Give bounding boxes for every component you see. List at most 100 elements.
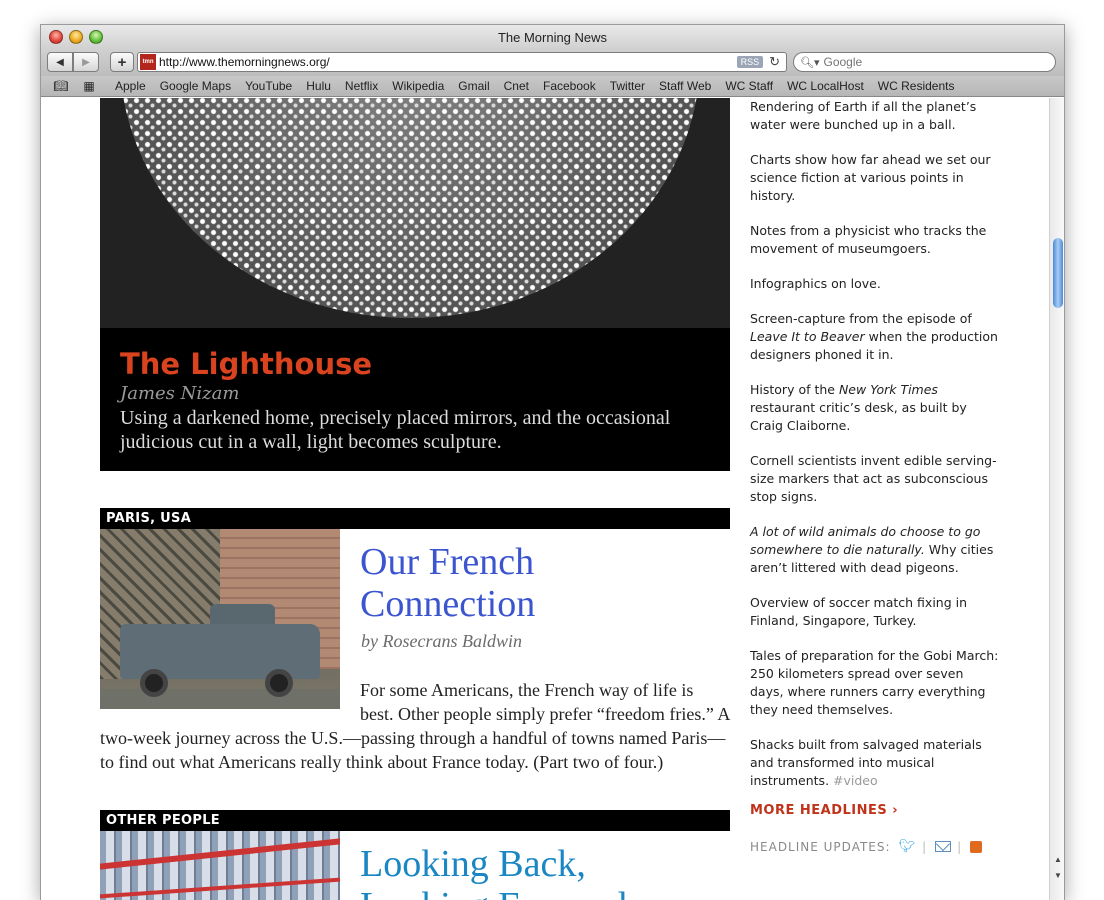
bookmark-hulu[interactable]: Hulu	[306, 79, 331, 93]
headline-item[interactable]: Overview of soccer match fixing in Finla…	[750, 594, 1000, 630]
headline-item[interactable]: Cornell scientists invent edible serving…	[750, 452, 1000, 506]
more-headlines-link[interactable]: MORE HEADLINES ›	[750, 803, 898, 818]
article-title[interactable]: Looking Back, Looking Forward	[360, 843, 627, 900]
article-title-line: Looking Forward	[360, 885, 627, 900]
headline-item[interactable]: A lot of wild animals do choose to go so…	[750, 523, 1000, 577]
reload-icon[interactable]: ↻	[769, 54, 780, 70]
search-box[interactable]: 🔍︎▾	[793, 52, 1056, 72]
headline-text: Infographics on love.	[750, 276, 881, 291]
bookmark-twitter[interactable]: Twitter	[610, 79, 645, 93]
vertical-scrollbar[interactable]: ▲ ▼	[1049, 98, 1064, 900]
section-label-other-people[interactable]: OTHER PEOPLE	[100, 810, 730, 831]
search-input[interactable]	[823, 55, 1024, 69]
bookmark-wikipedia[interactable]: Wikipedia	[392, 79, 444, 93]
more-headlines-label: MORE HEADLINES	[750, 803, 888, 818]
bookmark-wc-staff[interactable]: WC Staff	[725, 79, 773, 93]
article-title[interactable]: Our French Connection	[360, 541, 535, 625]
bookmark-wc-residents[interactable]: WC Residents	[878, 79, 955, 93]
truck-wheel-image	[265, 669, 293, 697]
headline-item[interactable]: Screen-capture from the episode of Leave…	[750, 310, 1000, 364]
article-body-line: best. Other people simply prefer “freedo…	[360, 704, 731, 724]
page-content: The Lighthouse James Nizam Using a darke…	[41, 98, 1049, 900]
article-body-line: to find out what Americans really think …	[100, 752, 664, 772]
hero-author: James Nizam	[120, 383, 240, 404]
title-bar: The Morning News	[41, 25, 1064, 50]
top-sites-grid-icon[interactable]: ▦	[81, 79, 97, 93]
scroll-down-arrow-icon[interactable]: ▼	[1054, 871, 1062, 880]
rss-button[interactable]: RSS	[736, 56, 764, 68]
plus-icon: +	[117, 53, 127, 71]
back-button[interactable]: ◀	[47, 52, 73, 72]
headline-updates: HEADLINE UPDATES: 🐦︎ | |	[750, 839, 983, 854]
headlines-sidebar: Rendering of Earth if all the planet’s w…	[750, 98, 1000, 807]
bookmark-youtube[interactable]: YouTube	[245, 79, 292, 93]
address-bar[interactable]: tmn http://www.themorningnews.org/ RSS ↻	[137, 52, 787, 72]
article-byline: by Rosecrans Baldwin	[361, 631, 522, 651]
headline-text: Tales of preparation for the Gobi March:…	[750, 648, 999, 717]
hero-title[interactable]: The Lighthouse	[120, 346, 710, 382]
headline-item[interactable]: Charts show how far ahead we set our sci…	[750, 151, 1000, 205]
article-image-truck[interactable]	[100, 529, 340, 709]
add-bookmark-button[interactable]: +	[110, 52, 134, 72]
browser-toolbar: ◀ ▶ + tmn http://www.themorningnews.org/…	[41, 50, 1064, 76]
chevron-right-icon: ›	[892, 803, 899, 818]
bookmark-facebook[interactable]: Facebook	[543, 79, 596, 93]
article-image-glass-building[interactable]	[100, 831, 340, 900]
bookmark-apple[interactable]: Apple	[115, 79, 146, 93]
bookmarks-bar: 📖︎ ▦ Apple Google Maps YouTube Hulu Netf…	[41, 76, 1064, 97]
red-stripe-image	[100, 877, 340, 899]
headline-updates-label: HEADLINE UPDATES:	[750, 839, 891, 854]
rss-feed-icon[interactable]	[970, 840, 983, 853]
hero-caption: The Lighthouse James Nizam Using a darke…	[100, 328, 730, 471]
bookmark-google-maps[interactable]: Google Maps	[160, 79, 231, 93]
headline-text: History of the	[750, 382, 839, 397]
url-text[interactable]: http://www.themorningnews.org/	[159, 55, 737, 69]
forward-arrow-icon: ▶	[82, 56, 90, 68]
article-title-line: Connection	[360, 583, 536, 625]
headline-text: Charts show how far ahead we set our sci…	[750, 152, 991, 203]
truck-wheel-image	[140, 669, 168, 697]
headline-emphasis: Leave It to Beaver	[750, 329, 865, 344]
headline-text: Overview of soccer match fixing in Finla…	[750, 595, 968, 628]
article-body-line: For some Americans, the French way of li…	[360, 680, 694, 700]
scroll-up-arrow-icon[interactable]: ▲	[1054, 855, 1062, 864]
bookmark-staff-web[interactable]: Staff Web	[659, 79, 711, 93]
bookmarks-book-icon[interactable]: 📖︎	[53, 79, 69, 93]
section-label-paris-usa[interactable]: PARIS, USA	[100, 508, 730, 529]
article-body-line: two-week journey across the U.S.—passing…	[100, 728, 726, 748]
divider: |	[922, 839, 928, 854]
twitter-icon[interactable]: 🐦︎	[899, 839, 917, 854]
hero-image[interactable]	[100, 98, 730, 328]
headline-item[interactable]: Shacks built from salvaged materials and…	[750, 736, 1000, 790]
divider: |	[957, 839, 963, 854]
headline-emphasis: New York Times	[838, 382, 938, 397]
light-sphere-image	[120, 98, 700, 318]
bookmark-gmail[interactable]: Gmail	[458, 79, 489, 93]
headline-text: Rendering of Earth if all the planet’s w…	[750, 99, 977, 132]
headline-text: Notes from a physicist who tracks the mo…	[750, 223, 987, 256]
window-title: The Morning News	[497, 30, 608, 45]
bookmark-cnet[interactable]: Cnet	[504, 79, 529, 93]
headline-item[interactable]: Infographics on love.	[750, 275, 1000, 293]
headline-text: restaurant critic’s desk, as built by Cr…	[750, 400, 967, 433]
site-favicon-icon: tmn	[140, 54, 156, 70]
article-title-line: Our French	[360, 541, 535, 583]
scrollbar-thumb[interactable]	[1053, 238, 1063, 308]
bookmark-netflix[interactable]: Netflix	[345, 79, 378, 93]
forward-button[interactable]: ▶	[73, 52, 99, 72]
hero-description: Using a darkened home, precisely placed …	[120, 407, 671, 453]
email-icon[interactable]	[935, 841, 952, 852]
bookmark-wc-localhost[interactable]: WC LocalHost	[787, 79, 864, 93]
headline-item[interactable]: History of the New York Times restaurant…	[750, 381, 1000, 435]
red-stripe-image	[100, 838, 340, 870]
headline-item[interactable]: Tales of preparation for the Gobi March:…	[750, 647, 1000, 719]
headline-text: Screen-capture from the episode of	[750, 311, 972, 326]
back-arrow-icon: ◀	[56, 56, 64, 68]
search-icon: 🔍︎▾	[800, 56, 820, 69]
headline-item[interactable]: Notes from a physicist who tracks the mo…	[750, 222, 1000, 258]
headline-item[interactable]: Rendering of Earth if all the planet’s w…	[750, 98, 1000, 134]
headline-text: Cornell scientists invent edible serving…	[750, 453, 997, 504]
article-title-line: Looking Back,	[360, 843, 586, 885]
browser-window: The Morning News ◀ ▶ + tmn http://www.th…	[40, 24, 1065, 900]
video-tag[interactable]: #video	[833, 773, 878, 788]
